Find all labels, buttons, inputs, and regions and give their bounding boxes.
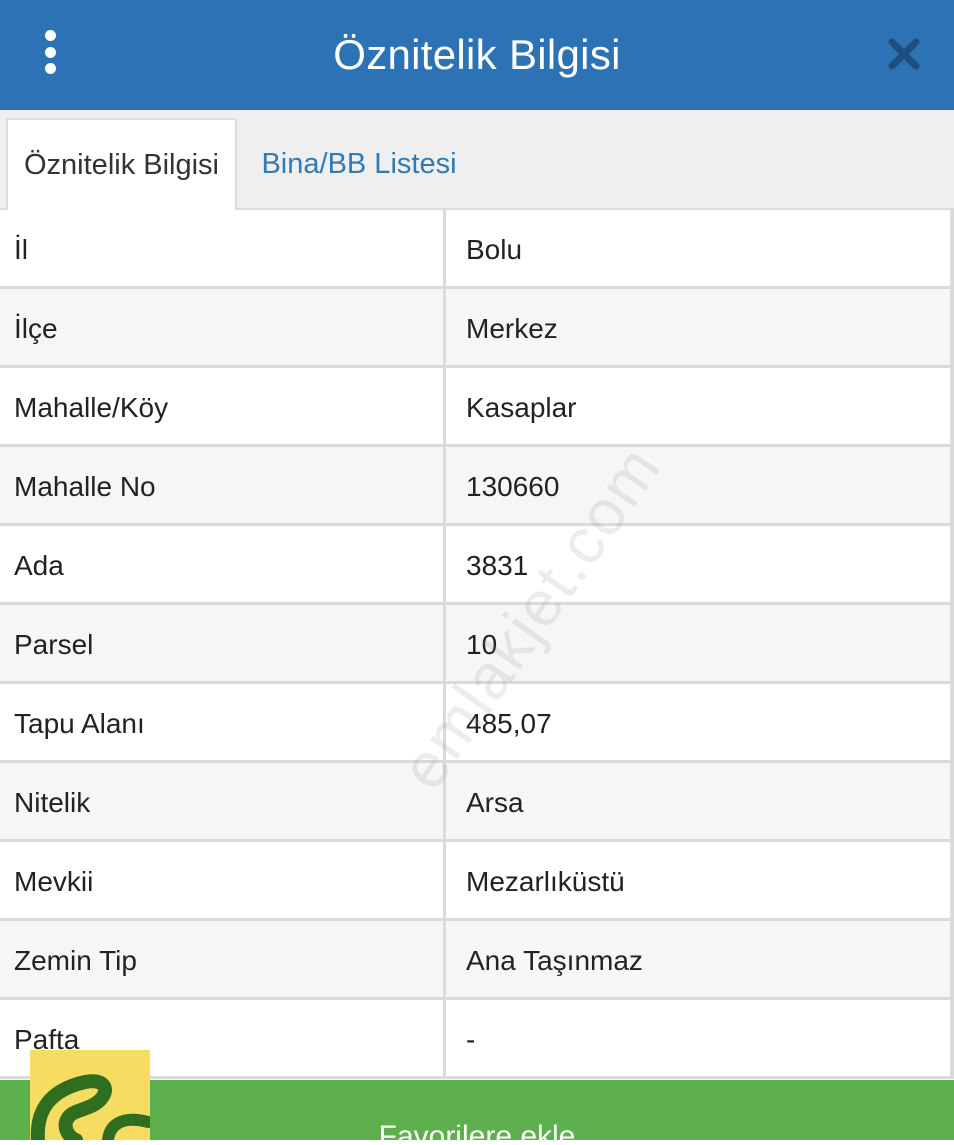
table-row: Ada 3831 bbox=[0, 526, 954, 605]
row-value: 3831 bbox=[466, 550, 529, 581]
row-label: İl bbox=[14, 234, 28, 265]
row-value: Merkez bbox=[466, 313, 558, 344]
row-value: Mezarlıküstü bbox=[466, 866, 625, 897]
row-label: Zemin Tip bbox=[14, 945, 137, 976]
tab-building-list[interactable]: Bina/BB Listesi bbox=[244, 118, 474, 210]
table-row: İlçe Merkez bbox=[0, 289, 954, 368]
row-label: Mahalle No bbox=[14, 471, 156, 502]
tab-bar: Öznitelik Bilgisi Bina/BB Listesi bbox=[0, 110, 954, 210]
row-value: - bbox=[466, 1024, 476, 1055]
table-row: Parsel 10 bbox=[0, 605, 954, 684]
logo-icon bbox=[30, 1050, 154, 1145]
table-row: Mahalle No 130660 bbox=[0, 447, 954, 526]
row-value: Kasaplar bbox=[466, 392, 577, 423]
close-icon[interactable] bbox=[884, 34, 924, 74]
row-label: Mahalle/Köy bbox=[14, 392, 169, 423]
tab-attribute-info[interactable]: Öznitelik Bilgisi bbox=[6, 118, 237, 210]
page-title: Öznitelik Bilgisi bbox=[333, 31, 621, 78]
table-row: İl Bolu bbox=[0, 210, 954, 289]
row-label: Nitelik bbox=[14, 787, 91, 818]
table-row: Zemin Tip Ana Taşınmaz bbox=[0, 921, 954, 1000]
row-value: 10 bbox=[466, 629, 498, 660]
row-label: Tapu Alanı bbox=[14, 708, 145, 739]
row-label: Parsel bbox=[14, 629, 94, 660]
row-value: Ana Taşınmaz bbox=[466, 945, 643, 976]
table-row: Mevkii Mezarlıküstü bbox=[0, 842, 954, 921]
app-header: Öznitelik Bilgisi bbox=[0, 0, 954, 110]
row-label: Ada bbox=[14, 550, 64, 581]
row-label: İlçe bbox=[14, 313, 58, 344]
table-row: Nitelik Arsa bbox=[0, 763, 954, 842]
row-value: 485,07 bbox=[466, 708, 552, 739]
row-value: Bolu bbox=[466, 234, 523, 265]
attribute-table: İl Bolu İlçe Merkez Mahalle/Köy Kasaplar… bbox=[0, 210, 954, 1079]
table-row: Tapu Alanı 485,07 bbox=[0, 684, 954, 763]
row-value: Arsa bbox=[466, 787, 524, 818]
row-value: 130660 bbox=[466, 471, 560, 502]
table-row: Mahalle/Köy Kasaplar bbox=[0, 368, 954, 447]
row-label: Mevkii bbox=[14, 866, 94, 897]
kebab-menu-icon[interactable] bbox=[38, 30, 62, 74]
